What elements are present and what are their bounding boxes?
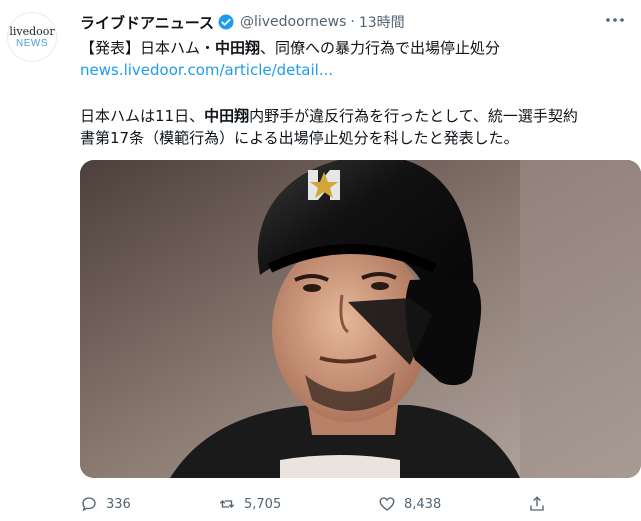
reply-count: 336 <box>106 496 131 512</box>
tweet-body-line2: 書第17条（模範行為）による出場停止処分を科したと発表した。 <box>80 129 519 147</box>
avatar[interactable]: livedoor NEWS <box>7 12 57 62</box>
body-player-name: 中田翔 <box>204 107 250 125</box>
body-prefix: 日本ハムは11日、 <box>80 107 205 125</box>
tweet-body-line1: 日本ハムは11日、中田翔内野手が違反行為を行ったとして、統一選手契約 <box>80 106 578 126</box>
avatar-logo-text: livedoor <box>9 24 55 38</box>
reply-icon <box>82 497 96 512</box>
timestamp[interactable]: 13時間 <box>359 12 405 32</box>
retweet-count: 5,705 <box>244 496 282 512</box>
share-button[interactable] <box>528 492 554 516</box>
tweet-photo[interactable] <box>80 160 641 478</box>
like-button[interactable]: 8,438 <box>378 492 441 516</box>
display-name[interactable]: ライブドアニュース <box>80 12 214 33</box>
retweet-button[interactable]: 5,705 <box>218 492 281 516</box>
tweet-headline: 【発表】日本ハム・中田翔、同僚への暴力行為で出場停止処分 <box>80 38 500 58</box>
account-handle[interactable]: @livedoornews <box>240 14 346 30</box>
verified-badge-icon <box>218 14 234 30</box>
separator-dot: · <box>350 14 355 30</box>
like-icon <box>379 497 395 511</box>
article-link[interactable]: news.livedoor.com/article/detail... <box>80 60 333 80</box>
retweet-icon <box>219 500 235 508</box>
player-photo <box>80 160 641 478</box>
headline-player-name: 中田翔 <box>215 39 261 57</box>
like-count: 8,438 <box>404 496 442 512</box>
headline-prefix: 【発表】日本ハム・ <box>80 39 216 57</box>
avatar-logo-subtext: NEWS <box>16 37 48 49</box>
headline-suffix: 、同僚への暴力行為で出場停止処分 <box>260 39 501 57</box>
more-icon[interactable] <box>603 8 627 32</box>
tweet-header: ライブドアニュース @livedoornews · 13時間 <box>80 10 405 34</box>
tweet-card[interactable]: livedoor NEWS ライブドアニュース @livedoornews · … <box>0 0 641 521</box>
tweet-actions: 336 5,705 8,438 <box>80 492 560 516</box>
body-line1-suffix: 内野手が違反行為を行ったとして、統一選手契約 <box>249 107 578 125</box>
share-icon <box>530 496 544 511</box>
reply-button[interactable]: 336 <box>80 492 131 516</box>
